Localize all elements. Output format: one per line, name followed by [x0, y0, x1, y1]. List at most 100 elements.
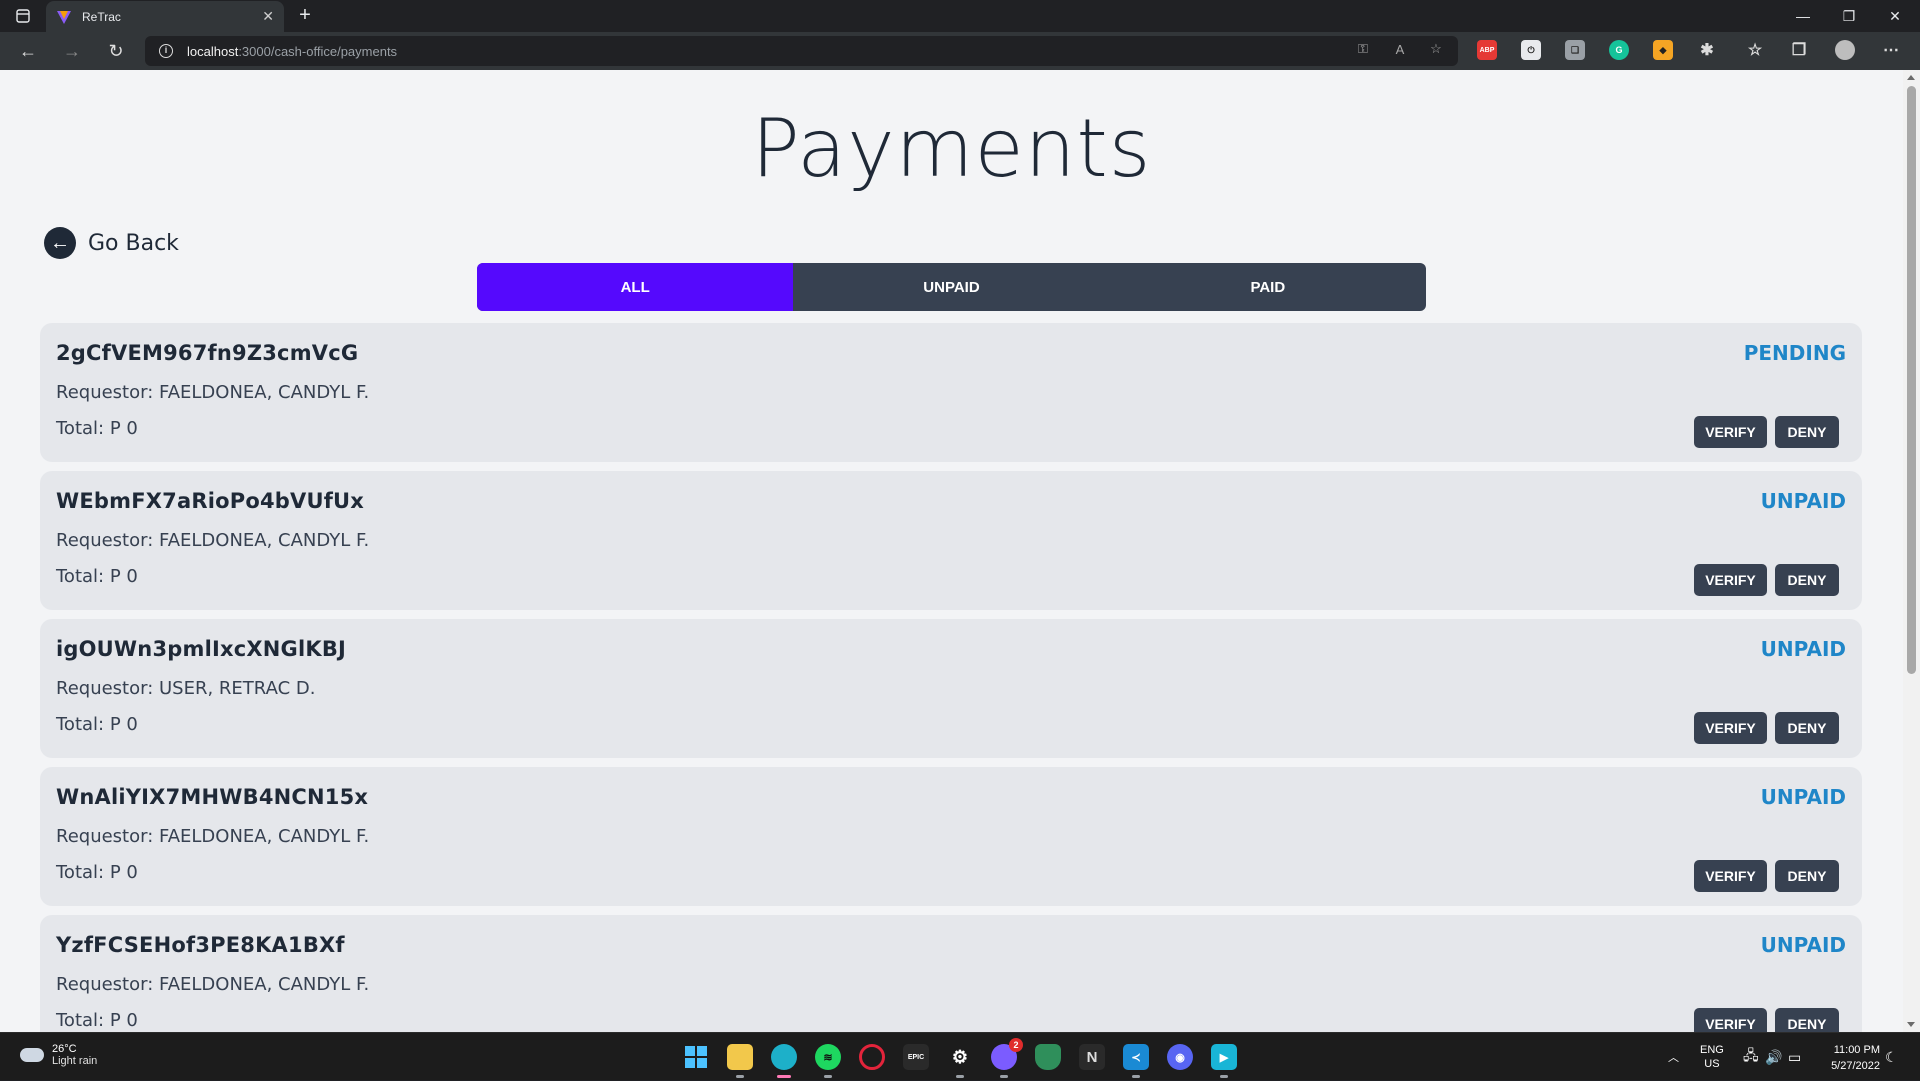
status-badge: UNPAID	[1760, 637, 1846, 661]
vscode-icon[interactable]: ≺	[1123, 1044, 1149, 1078]
tab-all[interactable]: ALL	[477, 263, 794, 311]
status-badge: PENDING	[1743, 341, 1846, 365]
payment-total: Total: P 0	[56, 566, 138, 587]
verify-button[interactable]: VERIFY	[1694, 416, 1767, 448]
tab-paid[interactable]: PAID	[1110, 263, 1426, 311]
reload-icon[interactable]: ↻	[104, 39, 128, 63]
edge-browser-icon[interactable]	[771, 1044, 797, 1078]
payment-card: WnAliYIX7MHWB4NCN15x Requestor: FAELDONE…	[40, 767, 1862, 906]
notifications-moon-icon[interactable]: ☾	[1885, 1033, 1898, 1081]
tab-unpaid[interactable]: UNPAID	[793, 263, 1109, 311]
tab-retrac[interactable]: ReTrac ✕	[46, 1, 284, 32]
tab-actions-icon[interactable]	[10, 0, 36, 32]
close-window-button[interactable]: ✕	[1872, 0, 1918, 32]
payment-filter-tabs: ALL UNPAID PAID	[477, 263, 1426, 311]
lang-label: ENG	[1700, 1044, 1724, 1056]
page-viewport: Payments ← Go Back ALL UNPAID PAID 2gCfV…	[0, 70, 1920, 1032]
go-back-button[interactable]: ← Go Back	[44, 227, 179, 259]
tag-extension-icon[interactable]: ◆	[1653, 40, 1673, 60]
messenger-badge: 2	[1009, 1038, 1023, 1052]
verify-button[interactable]: VERIFY	[1694, 1008, 1767, 1032]
collections-icon[interactable]: ❐	[1789, 40, 1809, 60]
language-indicator[interactable]: ENG US	[1700, 1033, 1724, 1081]
payment-total: Total: P 0	[56, 1010, 138, 1031]
payment-total: Total: P 0	[56, 714, 138, 735]
terminal-app-icon[interactable]: ▶	[1211, 1044, 1237, 1078]
network-icon[interactable]: 🖧	[1743, 1033, 1759, 1081]
payment-id: igOUWn3pmlIxcXNGlKBJ	[56, 637, 347, 661]
cloud-rain-icon	[20, 1048, 44, 1062]
back-arrow-icon[interactable]: ←	[16, 39, 40, 63]
start-windows-icon[interactable]	[683, 1044, 709, 1070]
deny-button[interactable]: DENY	[1775, 860, 1839, 892]
site-info-icon[interactable]: i	[159, 44, 173, 58]
messenger-icon[interactable]: 2	[991, 1038, 1023, 1078]
verify-button[interactable]: VERIFY	[1694, 712, 1767, 744]
read-aloud-icon[interactable]: A	[1390, 39, 1410, 59]
new-tab-button[interactable]: +	[293, 4, 317, 28]
close-tab-icon[interactable]: ✕	[262, 8, 274, 25]
scroll-up-arrow-icon[interactable]	[1907, 75, 1915, 80]
copy-extension-icon[interactable]: ❏	[1565, 40, 1585, 60]
scroll-down-arrow-icon[interactable]	[1907, 1022, 1915, 1027]
scrollbar-thumb[interactable]	[1907, 86, 1916, 674]
go-back-label: Go Back	[88, 230, 179, 256]
clock-date: 5/27/2022	[1831, 1060, 1880, 1072]
discord-icon[interactable]: ◉	[1167, 1044, 1193, 1070]
payment-list: 2gCfVEM967fn9Z3cmVcG Requestor: FAELDONE…	[40, 323, 1862, 1032]
restore-button[interactable]: ❐	[1826, 0, 1872, 32]
deny-button[interactable]: DENY	[1775, 1008, 1839, 1032]
weather-temp: 26°C	[52, 1043, 77, 1055]
status-badge: UNPAID	[1760, 785, 1846, 809]
payment-total: Total: P 0	[56, 862, 138, 883]
payment-card: 2gCfVEM967fn9Z3cmVcG Requestor: FAELDONE…	[40, 323, 1862, 462]
verify-button[interactable]: VERIFY	[1694, 860, 1767, 892]
payment-requestor: Requestor: FAELDONEA, CANDYL F.	[56, 382, 370, 403]
url-host: localhost	[187, 43, 239, 59]
epic-games-icon[interactable]: EPIC	[903, 1044, 929, 1070]
address-bar[interactable]: i localhost:3000/cash-office/payments	[145, 36, 1458, 66]
clock-time: 11:00 PM	[1833, 1044, 1880, 1056]
minimize-button[interactable]: —	[1780, 0, 1826, 32]
payment-id: WnAliYIX7MHWB4NCN15x	[56, 785, 369, 809]
weather-widget[interactable]: 26°C Light rain	[20, 1043, 97, 1067]
power-extension-icon[interactable]: ⏻	[1521, 40, 1541, 60]
browser-tab-strip: ReTrac ✕ + — ❐ ✕	[0, 0, 1920, 32]
page-scrollbar[interactable]	[1903, 70, 1920, 1032]
key-icon[interactable]: ⚿	[1353, 39, 1373, 59]
shield-app-icon[interactable]	[1035, 1044, 1061, 1070]
grammarly-extension-icon[interactable]: G	[1609, 40, 1629, 60]
payment-total: Total: P 0	[56, 418, 138, 439]
deny-button[interactable]: DENY	[1775, 416, 1839, 448]
volume-icon[interactable]: 🔊	[1765, 1033, 1782, 1081]
status-badge: UNPAID	[1760, 489, 1846, 513]
deny-button[interactable]: DENY	[1775, 564, 1839, 596]
profile-avatar-icon[interactable]	[1835, 40, 1855, 60]
payment-card: igOUWn3pmlIxcXNGlKBJ Requestor: USER, RE…	[40, 619, 1862, 758]
favorites-icon[interactable]: ☆	[1745, 40, 1765, 60]
deny-button[interactable]: DENY	[1775, 712, 1839, 744]
more-menu-icon[interactable]: ⋯	[1881, 40, 1901, 60]
file-explorer-icon[interactable]	[727, 1044, 753, 1078]
opera-icon[interactable]	[859, 1044, 885, 1070]
notion-icon[interactable]: N	[1079, 1044, 1105, 1070]
steam-icon[interactable]: ⚙	[947, 1044, 973, 1078]
adblock-extension-icon[interactable]: ABP	[1477, 40, 1497, 60]
taskbar-clock[interactable]: 11:00 PM 5/27/2022	[1831, 1042, 1880, 1074]
payment-id: 2gCfVEM967fn9Z3cmVcG	[56, 341, 359, 365]
battery-icon[interactable]: ▭	[1788, 1033, 1801, 1081]
spotify-icon[interactable]: ≋	[815, 1044, 841, 1078]
arrow-left-circle-icon: ←	[44, 227, 76, 259]
status-badge: UNPAID	[1760, 933, 1846, 957]
payment-requestor: Requestor: FAELDONEA, CANDYL F.	[56, 974, 370, 995]
weather-desc: Light rain	[52, 1055, 98, 1067]
verify-button[interactable]: VERIFY	[1694, 564, 1767, 596]
payment-id: WEbmFX7aRioPo4bVUfUx	[56, 489, 365, 513]
forward-arrow-icon[interactable]: →	[60, 39, 84, 63]
add-favorite-icon[interactable]: ☆	[1426, 39, 1446, 59]
tab-title: ReTrac	[82, 9, 121, 24]
payment-card: WEbmFX7aRioPo4bVUfUx Requestor: FAELDONE…	[40, 471, 1862, 610]
show-hidden-icons-chevron-icon[interactable]: ︿	[1668, 1033, 1679, 1081]
extensions-icon[interactable]: ✱	[1697, 40, 1717, 60]
payment-card: YzfFCSEHof3PE8KA1BXf Requestor: FAELDONE…	[40, 915, 1862, 1032]
